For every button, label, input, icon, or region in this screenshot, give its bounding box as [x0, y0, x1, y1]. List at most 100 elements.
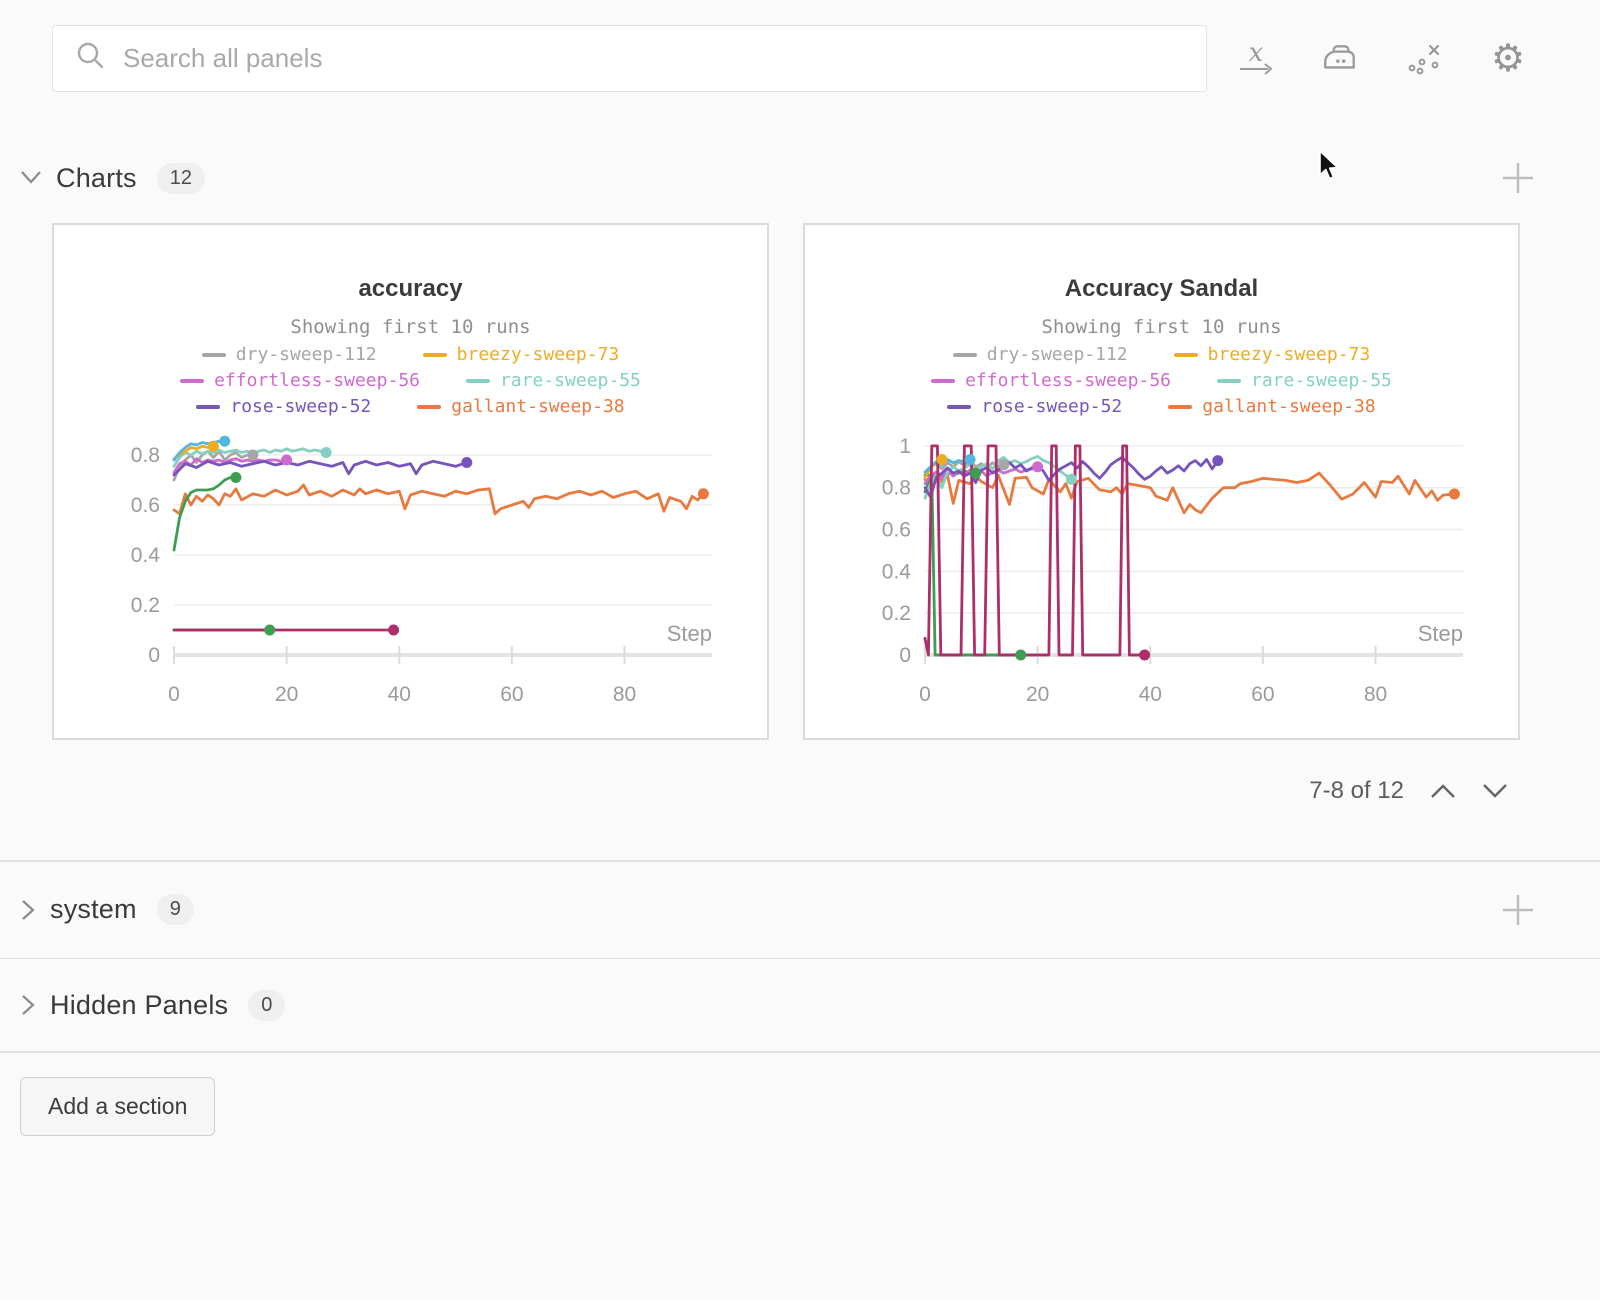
- legend-item[interactable]: rare-sweep-55: [1217, 368, 1392, 394]
- chart-title: accuracy: [54, 225, 767, 303]
- hidden-panels-count-badge: 0: [248, 990, 285, 1021]
- run-end-dot-rose-sweep-52: [461, 457, 472, 468]
- section-divider: [0, 1051, 1600, 1053]
- run-end-dot-extra-green: [230, 472, 241, 483]
- settings-button[interactable]: ⚙: [1488, 39, 1528, 79]
- legend-run-label: rose-sweep-52: [230, 394, 371, 420]
- legend-item[interactable]: effortless-sweep-56: [931, 368, 1171, 394]
- run-end-dot-rare-sweep-55: [1066, 474, 1077, 485]
- svg-text:0.4: 0.4: [131, 544, 161, 567]
- legend-item[interactable]: gallant-sweep-38: [417, 394, 624, 420]
- run-end-dot-dry-sweep-112: [998, 459, 1009, 470]
- svg-text:0.8: 0.8: [131, 444, 160, 467]
- run-end-dot-extra-green-flat: [1015, 650, 1026, 661]
- legend-run-label: breezy-sweep-73: [457, 342, 620, 368]
- svg-text:80: 80: [1364, 683, 1387, 706]
- x-axis-icon: x: [1249, 43, 1264, 63]
- chart-title: Accuracy Sandal: [805, 225, 1518, 303]
- chart-subtitle: Showing first 10 runs: [54, 316, 767, 338]
- legend-item[interactable]: breezy-sweep-73: [1174, 342, 1371, 368]
- svg-text:40: 40: [1139, 683, 1162, 706]
- system-section-header[interactable]: system 9: [0, 862, 1600, 958]
- legend-item[interactable]: rose-sweep-52: [196, 394, 371, 420]
- chevron-down-icon[interactable]: [20, 170, 42, 186]
- hidden-panels-section-header[interactable]: Hidden Panels 0: [0, 959, 1600, 1051]
- legend-item[interactable]: rose-sweep-52: [947, 394, 1122, 420]
- svg-text:0: 0: [148, 644, 160, 667]
- legend-item[interactable]: gallant-sweep-38: [1168, 394, 1375, 420]
- line-chart: 02040608000.20.40.60.8Step: [54, 420, 767, 720]
- run-line-extra-green: [174, 478, 236, 551]
- run-end-dot-extra-green-flat: [264, 625, 275, 636]
- pagination-label: 7-8 of 12: [1309, 777, 1404, 805]
- legend-run-label: dry-sweep-112: [236, 342, 377, 368]
- legend-run-label: effortless-sweep-56: [965, 368, 1171, 394]
- legend-run-label: gallant-sweep-38: [1202, 394, 1375, 420]
- chart-panel[interactable]: Accuracy Sandal Showing first 10 runs dr…: [803, 223, 1520, 740]
- charts-count-badge: 12: [157, 163, 205, 194]
- legend-swatch: [1168, 405, 1192, 409]
- legend-swatch: [466, 379, 490, 383]
- svg-text:0.2: 0.2: [131, 594, 160, 617]
- x-axis-settings-button[interactable]: x: [1236, 39, 1276, 79]
- system-section-title: system: [50, 894, 137, 925]
- svg-text:20: 20: [275, 683, 298, 706]
- remove-outliers-button[interactable]: [1404, 39, 1444, 79]
- legend-row: rose-sweep-52 gallant-sweep-38: [805, 394, 1518, 420]
- legend-run-label: dry-sweep-112: [987, 342, 1128, 368]
- outliers-scatter-icon: [1405, 42, 1443, 76]
- run-end-dot-effortless-sweep-56: [281, 455, 292, 466]
- svg-text:0: 0: [168, 683, 180, 706]
- run-end-dot-dry-sweep-112: [247, 450, 258, 461]
- svg-text:0.6: 0.6: [131, 494, 160, 517]
- run-end-dot-extra-maroon: [388, 625, 399, 636]
- legend-item[interactable]: dry-sweep-112: [202, 342, 377, 368]
- charts-section-header[interactable]: Charts 12: [0, 150, 1600, 206]
- run-end-dot-gallant-sweep-38: [1449, 489, 1460, 500]
- page-down-button[interactable]: [1482, 783, 1508, 799]
- legend-row: dry-sweep-112 breezy-sweep-73: [805, 342, 1518, 368]
- legend-run-label: rare-sweep-55: [1251, 368, 1392, 394]
- run-end-dot-effortless-sweep-56: [1032, 461, 1043, 472]
- svg-text:60: 60: [1251, 683, 1274, 706]
- svg-text:60: 60: [500, 683, 523, 706]
- svg-text:80: 80: [613, 683, 636, 706]
- search-panels-box[interactable]: [52, 25, 1207, 92]
- legend-run-label: effortless-sweep-56: [214, 368, 420, 394]
- legend-item[interactable]: rare-sweep-55: [466, 368, 641, 394]
- charts-pagination: 7-8 of 12: [0, 770, 1600, 812]
- search-input[interactable]: [123, 43, 1184, 74]
- gear-icon: ⚙: [1491, 40, 1525, 78]
- chevron-right-icon[interactable]: [20, 994, 36, 1016]
- legend-item[interactable]: dry-sweep-112: [953, 342, 1128, 368]
- page-up-button[interactable]: [1430, 783, 1456, 799]
- add-panel-button[interactable]: [1498, 890, 1538, 930]
- hidden-panels-title: Hidden Panels: [50, 990, 228, 1021]
- legend-item[interactable]: breezy-sweep-73: [423, 342, 620, 368]
- add-section-button[interactable]: Add a section: [20, 1077, 215, 1136]
- chart-subtitle: Showing first 10 runs: [805, 316, 1518, 338]
- run-end-dot-breezy-sweep-73: [936, 454, 947, 465]
- arrow-right-icon: [1238, 63, 1274, 75]
- legend-row: effortless-sweep-56 rare-sweep-55: [805, 368, 1518, 394]
- legend-swatch: [931, 379, 955, 383]
- legend-item[interactable]: effortless-sweep-56: [180, 368, 420, 394]
- run-end-dot-extra-green: [970, 468, 981, 479]
- legend-swatch: [180, 379, 204, 383]
- add-panel-button[interactable]: [1498, 158, 1538, 198]
- run-end-dot-extra-maroon: [1139, 650, 1150, 661]
- legend-swatch: [196, 405, 220, 409]
- chart-panel[interactable]: accuracy Showing first 10 runs dry-sweep…: [52, 223, 769, 740]
- legend-row: effortless-sweep-56 rare-sweep-55: [54, 368, 767, 394]
- legend-swatch: [947, 405, 971, 409]
- run-end-dot-extra-sky: [965, 454, 976, 465]
- legend-row: rose-sweep-52 gallant-sweep-38: [54, 394, 767, 420]
- search-icon: [75, 40, 107, 77]
- run-end-dot-rare-sweep-55: [321, 447, 332, 458]
- chart-panels-row: accuracy Showing first 10 runs dry-sweep…: [0, 223, 1600, 740]
- smoothing-button[interactable]: [1320, 39, 1360, 79]
- system-count-badge: 9: [157, 894, 194, 925]
- legend-swatch: [1174, 353, 1198, 357]
- chevron-right-icon[interactable]: [20, 899, 36, 921]
- legend-swatch: [423, 353, 447, 357]
